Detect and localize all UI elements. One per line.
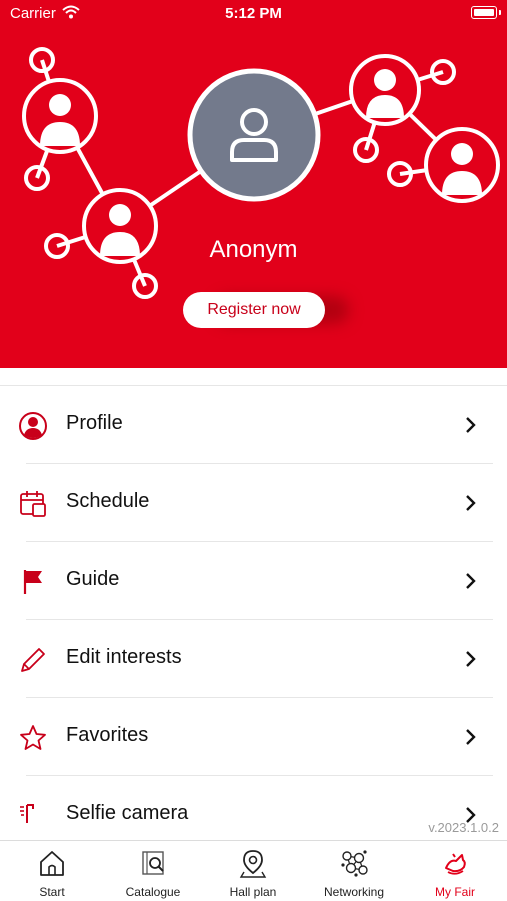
menu-item-edit-interests[interactable]: Edit interests [0, 620, 507, 698]
app-version: v.2023.1.0.2 [428, 820, 499, 835]
tab-label: Start [39, 885, 65, 899]
network-icon [341, 850, 368, 877]
menu-item-favorites[interactable]: Favorites [0, 698, 507, 776]
home-icon [40, 851, 64, 876]
menu-item-label: Profile [66, 412, 123, 434]
chevron-right-icon [466, 573, 476, 589]
chevron-right-icon [466, 495, 476, 511]
battery-icon [471, 6, 501, 19]
tab-networking[interactable]: Networking [304, 841, 404, 901]
menu-item-label: Selfie camera [66, 802, 189, 824]
menu-item-profile[interactable]: Profile [0, 386, 507, 464]
selfie-camera-icon [20, 804, 34, 823]
tab-label: Catalogue [125, 885, 181, 899]
clock: 5:12 PM [225, 5, 282, 22]
menu-item-label: Schedule [66, 490, 150, 512]
my-fair-menu: Profile Schedule Guide Edit interests Fa… [0, 385, 507, 854]
flag-icon [23, 570, 42, 594]
my-fair-icon [445, 853, 466, 875]
calendar-icon [20, 491, 46, 517]
contact-avatar-right-top-icon [349, 54, 421, 126]
chevron-right-icon [466, 729, 476, 745]
tab-my-fair[interactable]: My Fair [405, 841, 505, 901]
tab-bar: Start Catalogue Hall plan Networking My … [0, 840, 507, 901]
chevron-right-icon [466, 651, 476, 667]
tab-label: Networking [323, 885, 385, 899]
tab-catalogue[interactable]: Catalogue [103, 841, 203, 901]
status-bar: Carrier 5:12 PM [0, 0, 507, 30]
person-circle-icon [19, 412, 47, 440]
menu-item-label: Favorites [66, 724, 149, 746]
menu-item-label: Edit interests [66, 646, 182, 668]
menu-item-schedule[interactable]: Schedule [0, 464, 507, 542]
menu-item-guide[interactable]: Guide [0, 542, 507, 620]
map-pin-icon [239, 850, 267, 878]
profile-name: Anonym [209, 236, 298, 263]
chevron-right-icon [466, 417, 476, 433]
user-avatar-icon[interactable] [187, 68, 321, 202]
tab-hall-plan[interactable]: Hall plan [203, 841, 303, 901]
contact-avatar-left-top-icon [22, 78, 98, 154]
pencil-icon [21, 648, 45, 672]
catalogue-icon [142, 851, 164, 875]
menu-item-label: Guide [66, 568, 120, 590]
tab-start[interactable]: Start [2, 841, 102, 901]
register-now-button[interactable]: Register now [183, 292, 325, 328]
star-icon [20, 725, 46, 750]
tab-label: My Fair [435, 885, 475, 899]
profile-header: Anonym Register now [0, 0, 507, 368]
tab-label: Hall plan [229, 885, 277, 899]
contact-avatar-right-bottom-icon [424, 127, 500, 203]
